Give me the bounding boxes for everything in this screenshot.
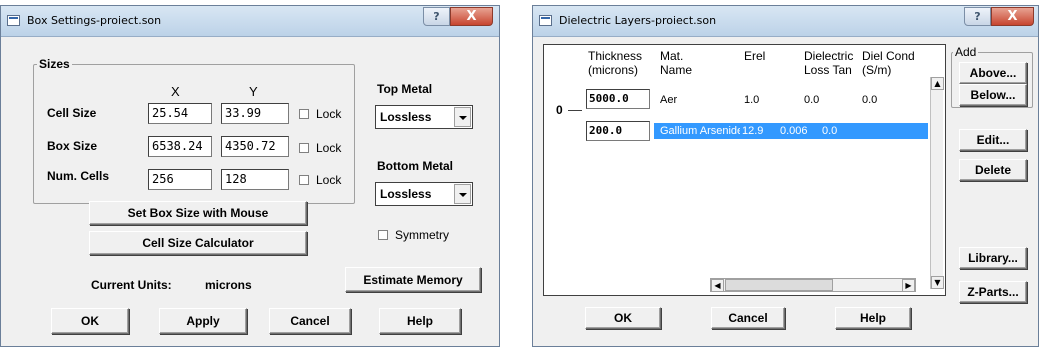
symmetry-label: Symmetry — [395, 228, 449, 242]
top-metal-select[interactable]: Lossless — [375, 105, 473, 129]
column-y-header: Y — [249, 84, 258, 99]
bottom-metal-label: Bottom Metal — [377, 159, 453, 173]
loss-tan-header: Dielectric Loss Tan — [804, 49, 854, 77]
layer-thickness-field[interactable]: 5000.0 — [586, 89, 650, 109]
window-title: Dielectric Layers-proiect.son — [559, 14, 717, 27]
layer-cond: 0.0 — [862, 94, 878, 106]
layer-erel: 12.9 — [742, 125, 764, 137]
library-button[interactable]: Library... — [959, 247, 1027, 269]
horizontal-scrollbar[interactable]: ◀ ▶ — [710, 278, 916, 292]
help-button[interactable]: Help — [835, 307, 911, 329]
dielectric-layers-window: Dielectric Layers-proiect.son ? X Thickn… — [532, 5, 1039, 347]
window-title: Box Settings-proiect.son — [27, 14, 162, 27]
layer-material: Aer — [660, 94, 678, 106]
set-box-size-button[interactable]: Set Box Size with Mouse — [89, 201, 307, 225]
layer-material: Gallium Arsenide — [660, 125, 740, 137]
layer-row[interactable]: 200.0 Gallium Arsenide 12.9 0.006 0.0 — [586, 121, 928, 143]
vertical-scrollbar[interactable]: ▲ ▼ — [930, 77, 944, 289]
cell-size-label: Cell Size — [47, 106, 97, 120]
thickness-header: Thickness (microns) — [588, 49, 643, 77]
current-units-value: microns — [205, 278, 252, 292]
estimate-memory-button[interactable]: Estimate Memory — [345, 267, 481, 292]
cancel-button[interactable]: Cancel — [711, 307, 785, 329]
close-icon[interactable]: X — [450, 7, 493, 26]
layer-loss-tan: 0.006 — [780, 125, 808, 137]
apply-button[interactable]: Apply — [159, 308, 247, 334]
erel-header: Erel — [744, 49, 766, 63]
cell-size-y-field[interactable]: 33.99 — [221, 103, 289, 124]
num-cells-y-field[interactable]: 128 — [221, 169, 289, 190]
box-size-lock-checkbox[interactable] — [299, 143, 309, 153]
cell-size-lock-label: Lock — [316, 107, 342, 121]
num-cells-lock-checkbox[interactable] — [299, 175, 309, 185]
level-line — [568, 110, 582, 111]
level-marker: 0 — [556, 103, 563, 117]
bottom-metal-select[interactable]: Lossless — [375, 182, 473, 206]
chevron-down-icon[interactable] — [454, 107, 471, 127]
delete-button[interactable]: Delete — [959, 159, 1027, 181]
add-above-button[interactable]: Above... — [959, 62, 1027, 84]
ok-button[interactable]: OK — [585, 307, 661, 329]
box-size-label: Box Size — [47, 139, 98, 153]
layer-cond: 0.0 — [822, 125, 838, 137]
help-button[interactable]: Help — [379, 308, 461, 334]
scroll-up-icon[interactable]: ▲ — [931, 77, 944, 90]
scroll-down-icon[interactable]: ▼ — [931, 276, 944, 289]
diel-cond-header: Diel Cond (S/m) — [862, 49, 915, 77]
box-size-y-field[interactable]: 4350.72 — [221, 136, 289, 157]
z-parts-button[interactable]: Z-Parts... — [959, 281, 1027, 303]
column-x-header: X — [171, 84, 180, 99]
sizes-group-label: Sizes — [37, 57, 72, 71]
edit-button[interactable]: Edit... — [959, 129, 1027, 151]
current-units-label: Current Units: — [91, 278, 172, 292]
box-settings-window: Box Settings-proiect.son ? X Sizes X Y C… — [0, 5, 500, 347]
scroll-thumb[interactable] — [725, 279, 833, 291]
layers-table[interactable]: Thickness (microns) Mat. Name Erel Diele… — [543, 44, 946, 296]
cell-size-lock-checkbox[interactable] — [299, 109, 309, 119]
help-icon[interactable]: ? — [964, 7, 991, 26]
layer-loss-tan: 0.0 — [804, 94, 820, 106]
num-cells-x-field[interactable]: 256 — [148, 169, 212, 190]
add-group-label: Add — [953, 45, 979, 59]
bottom-metal-value: Lossless — [380, 187, 432, 201]
dielectric-titlebar[interactable]: Dielectric Layers-proiect.son ? X — [533, 6, 1038, 37]
layer-row[interactable]: 5000.0 Aer 1.0 0.0 0.0 — [586, 89, 922, 111]
layer-erel: 1.0 — [744, 94, 760, 106]
window-app-icon — [539, 15, 552, 26]
box-settings-titlebar[interactable]: Box Settings-proiect.son ? X — [1, 6, 499, 37]
cell-size-calculator-button[interactable]: Cell Size Calculator — [89, 231, 307, 255]
symmetry-checkbox[interactable] — [378, 230, 388, 240]
mat-name-header: Mat. Name — [660, 49, 693, 77]
scroll-left-icon[interactable]: ◀ — [711, 279, 724, 292]
ok-button[interactable]: OK — [51, 308, 129, 334]
close-icon[interactable]: X — [991, 7, 1034, 26]
layer-thickness-field[interactable]: 200.0 — [586, 121, 650, 141]
chevron-down-icon[interactable] — [454, 184, 471, 204]
top-metal-value: Lossless — [380, 110, 432, 124]
scroll-right-icon[interactable]: ▶ — [902, 279, 915, 292]
cell-size-x-field[interactable]: 25.54 — [148, 103, 212, 124]
window-app-icon — [7, 15, 20, 26]
help-icon[interactable]: ? — [423, 7, 450, 26]
num-cells-label: Num. Cells — [47, 169, 110, 183]
box-size-x-field[interactable]: 6538.24 — [148, 136, 212, 157]
top-metal-label: Top Metal — [377, 82, 433, 96]
cancel-button[interactable]: Cancel — [269, 308, 351, 334]
num-cells-lock-label: Lock — [316, 173, 342, 187]
box-size-lock-label: Lock — [316, 141, 342, 155]
add-below-button[interactable]: Below... — [959, 84, 1027, 106]
